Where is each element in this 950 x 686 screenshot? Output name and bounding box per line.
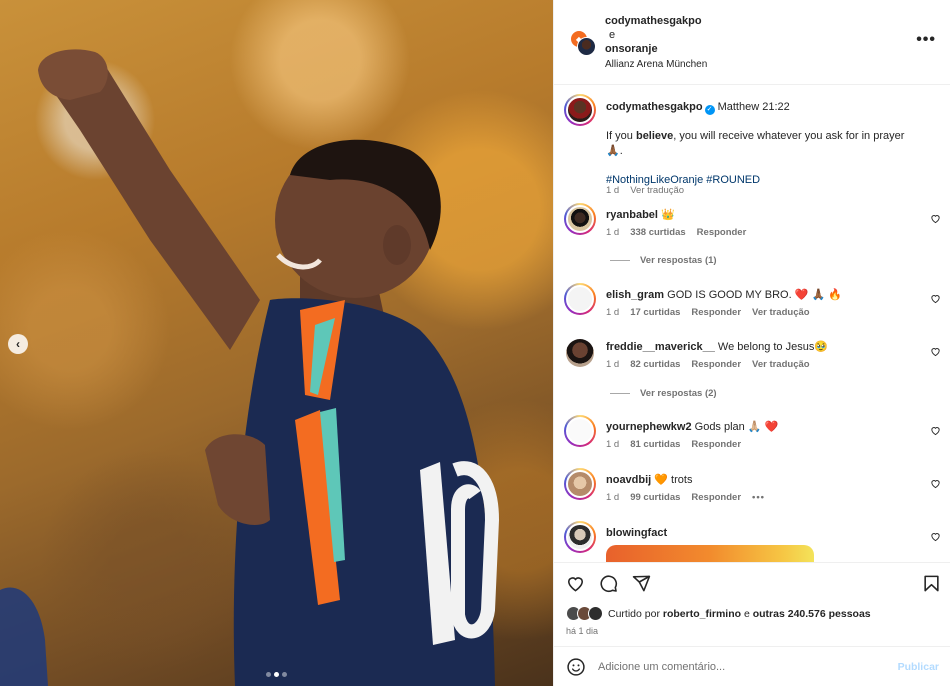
bookmark-icon[interactable] <box>922 574 941 596</box>
comment-reply-button[interactable]: Responder <box>691 307 741 318</box>
comment-likes-link[interactable]: 81 curtidas <box>630 439 680 450</box>
comment-avatar[interactable] <box>566 339 594 367</box>
share-send-icon[interactable] <box>632 574 651 593</box>
comment-avatar[interactable] <box>564 468 596 500</box>
post-time-ago[interactable]: há 1 dia <box>566 626 598 636</box>
liked-by-others[interactable]: outras 240.576 pessoas <box>753 608 871 620</box>
caption-title: Matthew 21:22 <box>717 101 790 113</box>
comment-text: GOD IS GOOD MY BRO. ❤️ 🙏🏾 🔥 <box>667 289 842 301</box>
caption-time: 1 d <box>606 185 620 196</box>
like-heart-icon[interactable] <box>566 574 585 593</box>
comment-username[interactable]: freddie__maverick__ <box>606 341 715 353</box>
comment-heart-icon[interactable] <box>930 346 941 357</box>
comment-reply-button[interactable]: Responder <box>691 439 741 450</box>
liked-by-summary[interactable]: Curtido por roberto_firmino e outras 240… <box>566 606 871 622</box>
header-username-1[interactable]: codymathesgakpo <box>605 14 707 28</box>
liker-avatar <box>588 606 603 621</box>
comment-username[interactable]: elish_gram <box>606 289 664 301</box>
comment-time: 1 d <box>606 307 620 318</box>
replies-line <box>610 260 630 261</box>
carousel-dot <box>266 672 271 677</box>
header-connector: e <box>609 29 616 41</box>
caption-translate-link[interactable]: Ver tradução <box>630 185 684 196</box>
comment-time: 1 d <box>606 227 620 238</box>
carousel-dot-active <box>274 672 279 677</box>
comment-username[interactable]: blowingfact <box>606 527 667 539</box>
comment-reply-button[interactable]: Responder <box>691 492 741 503</box>
publish-button[interactable]: Publicar <box>898 661 939 673</box>
add-comment-bar: Publicar <box>554 646 950 686</box>
replies-line <box>610 393 630 394</box>
comment-avatar[interactable] <box>564 283 596 315</box>
comment-time: 1 d <box>606 492 620 503</box>
carousel-prev-button[interactable]: ‹ <box>8 334 28 354</box>
comment-reply-button[interactable]: Responder <box>697 227 747 238</box>
comment-username[interactable]: noavdbij <box>606 474 651 486</box>
comment-translate-link[interactable]: Ver tradução <box>752 307 810 318</box>
comment-avatar[interactable] <box>564 203 596 235</box>
view-replies-button[interactable]: Ver respostas (1) <box>610 255 717 266</box>
comment-input[interactable] <box>598 658 888 676</box>
comment-likes-link[interactable]: 17 curtidas <box>630 307 680 318</box>
comment-image-preview[interactable] <box>606 545 814 562</box>
comment-bubble-icon[interactable] <box>599 574 618 593</box>
comment-text: We belong to Jesus🥹 <box>717 341 829 353</box>
comment-heart-icon[interactable] <box>930 478 941 489</box>
comment-heart-icon[interactable] <box>930 213 941 224</box>
more-horizontal-icon[interactable]: ••• <box>916 32 936 48</box>
player-photo <box>0 49 500 686</box>
comment-text: Gods plan 🙏🏼 ❤️ <box>694 421 779 433</box>
comment-username[interactable]: ryanbabel <box>606 209 658 221</box>
carousel-indicator <box>266 672 287 677</box>
comment-time: 1 d <box>606 439 620 450</box>
liked-by-user[interactable]: roberto_firmino <box>663 608 741 620</box>
caption-username[interactable]: codymathesgakpo <box>606 101 703 113</box>
post-media[interactable]: ‹ <box>0 0 553 686</box>
post-side-panel: ◆ codymathesgakpo e onsoranje Allianz Ar… <box>553 0 950 686</box>
comment-heart-icon[interactable] <box>930 293 941 304</box>
post-actions: Curtido por roberto_firmino e outras 240… <box>554 562 950 646</box>
caption-text-bold: believe <box>635 130 674 142</box>
comment-heart-icon[interactable] <box>930 425 941 436</box>
emoji-icon[interactable] <box>566 657 586 677</box>
liked-by-avatars <box>566 606 604 622</box>
comment-text: 👑 <box>661 209 675 221</box>
collab-avatars[interactable]: ◆ <box>570 30 596 56</box>
comment-time: 1 d <box>606 359 620 370</box>
codymathesgakpo-avatar[interactable] <box>577 37 596 56</box>
verified-icon: ✓ <box>704 105 715 115</box>
post-header: ◆ codymathesgakpo e onsoranje Allianz Ar… <box>554 0 950 85</box>
view-replies-label: Ver respostas (2) <box>640 388 717 399</box>
comment-heart-icon[interactable] <box>930 531 941 542</box>
comment-likes-link[interactable]: 338 curtidas <box>630 227 685 238</box>
comment-avatar[interactable] <box>564 415 596 447</box>
liked-by-prefix: Curtido por <box>608 608 660 620</box>
caption-text-a: If you <box>606 130 636 142</box>
comment-options-button[interactable]: ••• <box>752 492 765 503</box>
caption-avatar[interactable] <box>564 94 596 126</box>
comment-likes-link[interactable]: 82 curtidas <box>630 359 680 370</box>
header-location[interactable]: Allianz Arena München <box>605 58 707 72</box>
comment-translate-link[interactable]: Ver tradução <box>752 359 810 370</box>
view-replies-label: Ver respostas (1) <box>640 255 717 266</box>
comment-text: 🧡 trots <box>654 474 693 486</box>
comment-username[interactable]: yournephewkw2 <box>606 421 692 433</box>
carousel-dot <box>282 672 287 677</box>
comments-list[interactable]: codymathesgakpo ✓ Matthew 21:22 If you bel… <box>554 86 950 562</box>
comment-likes-link[interactable]: 99 curtidas <box>630 492 680 503</box>
comment-avatar[interactable] <box>564 521 596 553</box>
header-username-2[interactable]: onsoranje <box>605 42 707 56</box>
comment-reply-button[interactable]: Responder <box>691 359 741 370</box>
liked-by-conj: e <box>743 608 750 620</box>
view-replies-button[interactable]: Ver respostas (2) <box>610 388 717 399</box>
